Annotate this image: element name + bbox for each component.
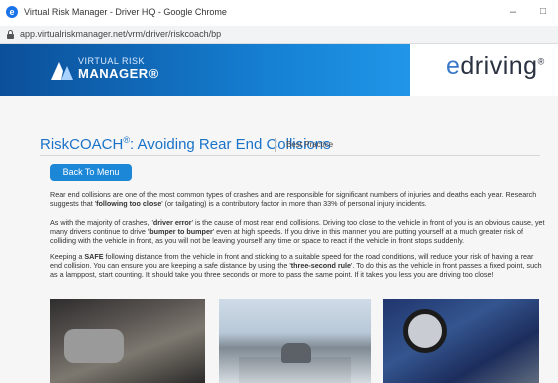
maximize-button[interactable]: □ (535, 4, 551, 20)
back-to-menu-button[interactable]: Back To Menu (50, 164, 132, 181)
snowy-road-photo (219, 299, 371, 383)
intro-paragraph: Rear end collisions are one of the most … (50, 190, 537, 208)
driver-error-paragraph: As with the majority of crashes, 'driver… (50, 218, 545, 245)
url-text[interactable]: app.virtualriskmanager.net/vrm/driver/ri… (20, 29, 221, 39)
address-bar[interactable]: app.virtualriskmanager.net/vrm/driver/ri… (0, 26, 558, 44)
minimize-button[interactable]: – (505, 4, 521, 20)
title-divider (40, 155, 540, 156)
edriving-logo-e: e (446, 52, 461, 80)
title-separator (275, 138, 276, 152)
vrm-logo-icon (51, 62, 73, 80)
page-title-main: RiskCOACH (40, 136, 124, 153)
edriving-logo-reg: ® (537, 56, 545, 67)
edriving-logo-text: driving (460, 52, 538, 80)
blue-car-photo (383, 299, 539, 383)
chrome-icon: e (6, 6, 18, 18)
browser-title-bar: e Virtual Risk Manager - Driver HQ - Goo… (0, 0, 558, 27)
page-title-reg: ® (123, 135, 130, 145)
best-practice-tag: Best Practice (286, 140, 334, 149)
safe-distance-paragraph: Keeping a SAFE following distance from t… (50, 252, 542, 279)
edriving-logo: edriving® (446, 52, 545, 81)
crash-photo (50, 299, 205, 383)
vrm-logo-line2: MANAGER® (78, 66, 159, 81)
vrm-logo-line1: VIRTUAL RISK (78, 56, 146, 66)
window-title: Virtual Risk Manager - Driver HQ - Googl… (24, 7, 227, 17)
lock-icon (7, 30, 14, 39)
